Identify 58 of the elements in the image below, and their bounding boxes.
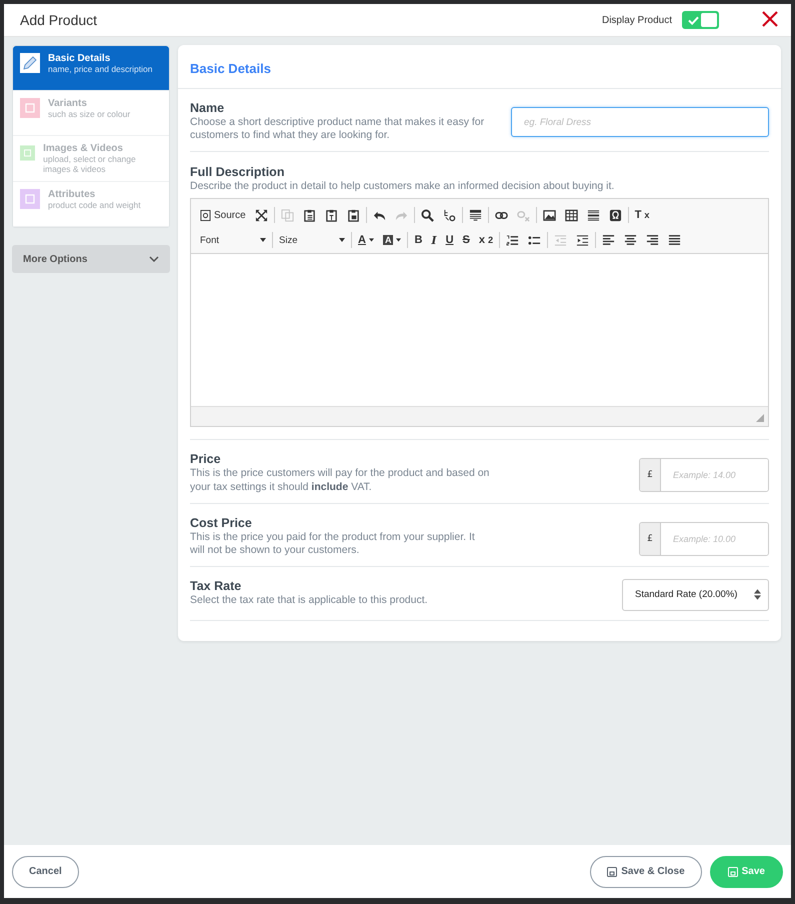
format-button[interactable]: U <box>446 234 454 246</box>
cancel-button[interactable]: Cancel <box>12 856 79 888</box>
justify-icon[interactable] <box>668 234 682 247</box>
dropdown-button[interactable]: Size <box>279 234 345 246</box>
field-label: Price <box>190 452 222 466</box>
text-color-button[interactable]: A <box>358 234 374 246</box>
image-icon[interactable] <box>542 208 556 222</box>
field-label: Name <box>190 101 226 115</box>
format-button[interactable]: I <box>431 234 437 247</box>
numbered-list-icon[interactable] <box>506 234 520 247</box>
indent-icon[interactable] <box>576 234 590 247</box>
display-product-toggle[interactable] <box>682 11 719 29</box>
horizontal-rule-icon[interactable] <box>586 208 600 222</box>
more-options-button[interactable]: More Options <box>12 245 170 273</box>
sort-arrows-icon <box>754 589 761 600</box>
source-icon <box>200 210 211 221</box>
close-icon[interactable] <box>762 11 778 27</box>
check-icon <box>688 16 699 25</box>
caret-icon <box>260 238 266 242</box>
cost-price-field[interactable]: £ Example: 10.00 <box>639 522 769 556</box>
field-help: This is the price you paid for the product from your supplier. It will not be shown to your customers. <box>190 530 476 557</box>
sidebar-item[interactable]: Basic Details name, price and description <box>13 46 169 91</box>
caret-icon <box>396 238 402 242</box>
align-left-icon[interactable] <box>602 234 616 247</box>
price-field[interactable]: £ Example: 14.00 <box>639 458 769 492</box>
omega-icon[interactable] <box>608 208 622 222</box>
clipboard-icon[interactable] <box>346 208 360 222</box>
resize-grip-icon[interactable] <box>756 414 764 422</box>
chevron-icon <box>149 256 159 262</box>
field-label: Tax Rate <box>190 578 242 593</box>
clipboard-icon[interactable] <box>324 208 338 222</box>
align-right-icon[interactable] <box>646 234 660 247</box>
dialog-title: Add Product <box>20 12 98 28</box>
maximize-icon[interactable] <box>254 208 268 222</box>
field-label: Full Description <box>190 165 286 180</box>
dropdown-button[interactable]: Font <box>200 234 266 246</box>
replace-icon[interactable] <box>442 208 456 222</box>
bullet-list-icon[interactable] <box>528 234 542 247</box>
caret-icon <box>368 238 374 242</box>
clipboard-icon[interactable] <box>302 208 316 222</box>
align-center-icon[interactable] <box>624 234 638 247</box>
field-help: Select the tax rate that is applicable to this product. <box>190 594 429 607</box>
name-field[interactable]: eg. Floral Dress <box>511 107 769 137</box>
field-help: This is the price customers will pay for the product and based on your tax settings it should include VAT. <box>190 467 490 494</box>
save-and-close-button[interactable]: Save & Close <box>590 856 702 888</box>
format-button[interactable]: B <box>414 234 422 246</box>
tax-rate-select[interactable]: Standard Rate (20.00%) <box>622 578 769 611</box>
field-help: Describe the product in detail to help customers make an informed decision about buying it. <box>190 180 616 194</box>
display-product-label: Display Product <box>602 14 672 26</box>
template-icon[interactable] <box>468 208 482 222</box>
field-help: Choose a short descriptive product name that makes it easy for customers to find what they are looking for. <box>190 116 486 142</box>
caret-icon <box>339 238 345 242</box>
table-icon[interactable] <box>564 208 578 222</box>
format-button[interactable]: S <box>462 234 470 246</box>
source-button[interactable]: Source <box>200 210 246 221</box>
panel-title: Basic Details <box>190 61 271 76</box>
search-icon[interactable] <box>420 208 434 222</box>
field-label: Cost Price <box>190 516 253 530</box>
